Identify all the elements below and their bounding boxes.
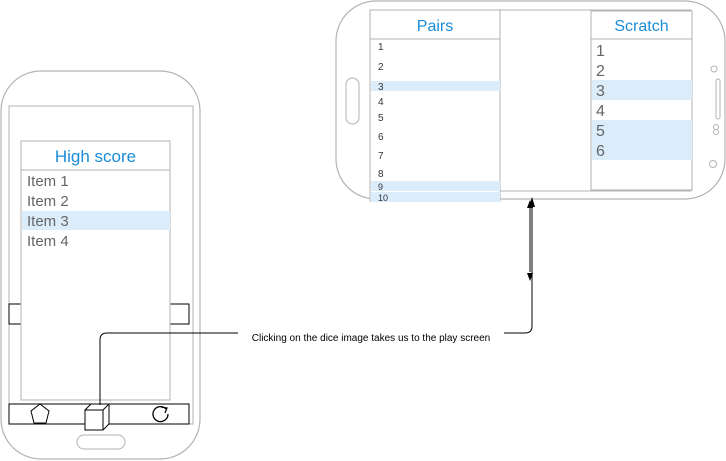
connector-label: Clicking on the dice image takes us to t… — [252, 333, 490, 344]
pairs-item[interactable]: 10 — [378, 193, 388, 203]
pairs-item[interactable]: 1 — [378, 42, 384, 53]
high-score-item[interactable]: Item 1 — [27, 173, 69, 190]
landscape-speaker-dot — [709, 160, 717, 168]
landscape-phone: Pairs 1 2 3 4 5 6 7 8 910 Scratch 1 2 3 4 5 6 — [335, 0, 726, 203]
pairs-item[interactable]: 9 — [378, 182, 383, 192]
high-score-title: High score — [55, 147, 136, 166]
scratch-item[interactable]: 6 — [596, 143, 605, 160]
scratch-item[interactable]: 1 — [596, 43, 605, 60]
scratch-item[interactable]: 3 — [596, 83, 605, 100]
pairs-item[interactable]: 4 — [378, 97, 384, 108]
scratch-item[interactable]: 2 — [596, 63, 605, 80]
scratch-item-highlight — [592, 120, 692, 140]
pairs-item-highlight — [371, 81, 500, 91]
diagram-canvas: High score Item 1Item 2Item 3Item 4 Pair… — [0, 0, 726, 460]
landscape-sensor-dot-2 — [713, 129, 719, 135]
pairs-item-highlight — [371, 192, 500, 202]
dice-icon[interactable] — [84, 403, 110, 431]
scratch-list — [590, 10, 693, 191]
scratch-item-highlight — [592, 80, 692, 100]
pairs-item-highlight — [371, 181, 500, 191]
scratch-title: Scratch — [614, 18, 668, 35]
pairs-item[interactable]: 3 — [378, 82, 384, 93]
landscape-sensor-dot-1 — [713, 124, 719, 130]
high-score-item[interactable]: Item 3 — [27, 213, 69, 230]
scratch-item[interactable]: 4 — [596, 103, 605, 120]
portrait-phone-home-button[interactable] — [76, 434, 126, 450]
high-score-item[interactable]: Item 4 — [27, 233, 69, 250]
pairs-title: Pairs — [417, 18, 453, 35]
pairs-item[interactable]: 2 — [378, 62, 384, 73]
right-stub — [169, 303, 190, 325]
left-stub — [8, 303, 22, 325]
landscape-side-notch — [715, 78, 721, 120]
pairs-item[interactable]: 7 — [378, 151, 384, 162]
scratch-item-highlight — [592, 140, 692, 160]
pairs-item[interactable]: 5 — [378, 113, 384, 124]
scratch-item[interactable]: 5 — [596, 123, 605, 140]
pairs-item[interactable]: 6 — [378, 132, 384, 143]
high-score-item[interactable]: Item 2 — [27, 193, 69, 210]
landscape-camera-dot — [710, 65, 718, 73]
pairs-item[interactable]: 8 — [378, 169, 384, 180]
landscape-phone-home-button[interactable] — [345, 77, 360, 125]
